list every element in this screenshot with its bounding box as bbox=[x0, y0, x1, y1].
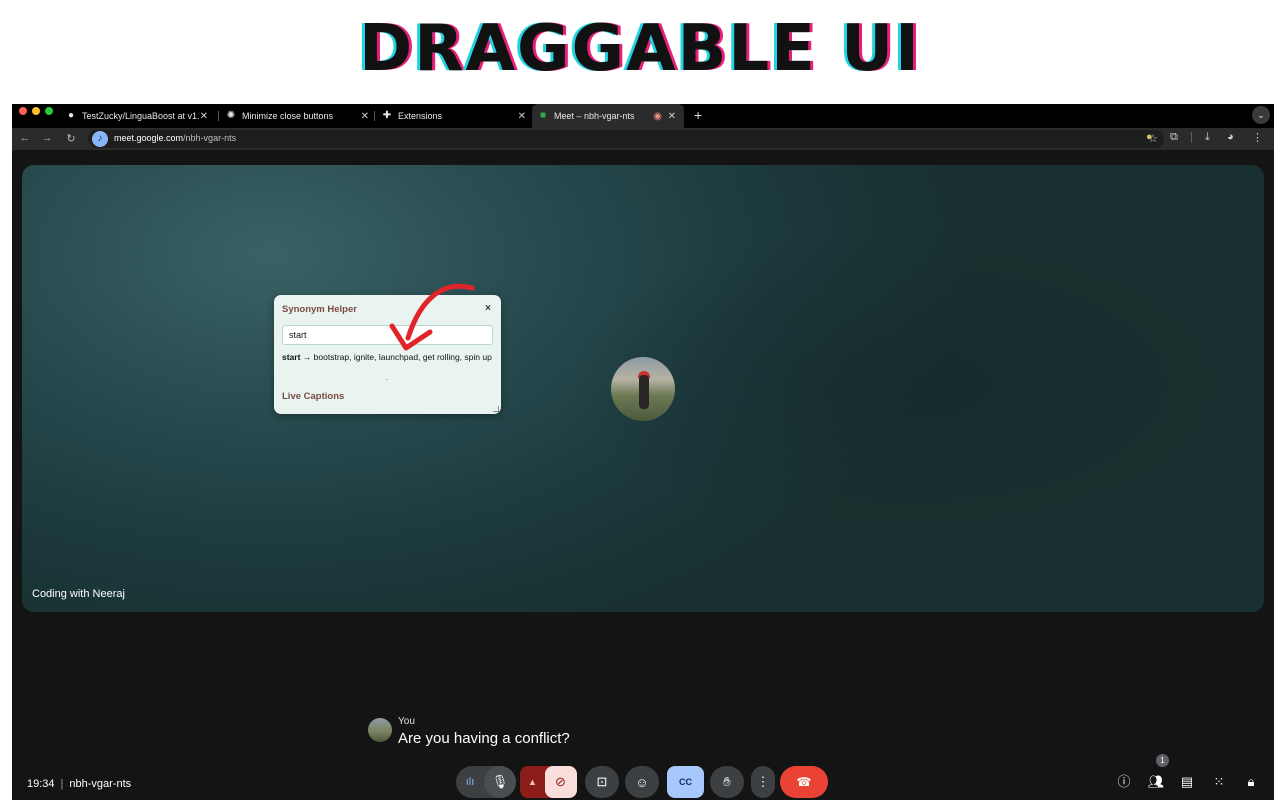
participant-avatar bbox=[611, 357, 675, 421]
banner-title: DRAGGABLE UI bbox=[359, 12, 921, 86]
tab-search-chevron-icon[interactable]: ⌄ bbox=[1252, 106, 1270, 124]
tab-extensions[interactable]: ✚ Extensions ✕ bbox=[376, 104, 534, 128]
helper-close-button[interactable]: × bbox=[485, 303, 491, 314]
tab-minimize-close-buttons[interactable]: ✺ Minimize close buttons ✕ bbox=[220, 104, 377, 128]
emoji-icon: ☺ bbox=[635, 774, 649, 790]
recording-icon: ◉ bbox=[653, 110, 662, 122]
forward-arrow-icon[interactable]: → bbox=[40, 132, 54, 144]
camera-control[interactable]: ▲ ⊘ bbox=[520, 766, 577, 798]
loading-dot bbox=[386, 379, 388, 380]
tab-github[interactable]: ● TestZucky/LinguaBoost at v1. ✕ bbox=[60, 104, 216, 128]
more-options-button[interactable]: ⋮ bbox=[751, 766, 775, 798]
caption-avatar bbox=[368, 718, 392, 742]
closed-captions-icon: CC bbox=[679, 777, 692, 787]
browser-menu-icon[interactable]: ⋮ bbox=[1252, 131, 1263, 144]
meet-icon: ■ bbox=[539, 110, 547, 121]
emoji-reactions-button[interactable]: ☺ bbox=[625, 766, 659, 798]
close-icon[interactable]: ✕ bbox=[518, 111, 526, 122]
participant-name: Coding with Neeraj bbox=[32, 588, 125, 600]
extension-icon[interactable]: ● bbox=[1146, 131, 1153, 143]
download-icon[interactable]: ⤓ bbox=[1205, 131, 1210, 144]
microphone-control[interactable]: ılı 🎙︎ bbox=[456, 766, 516, 798]
annotation-arrow bbox=[389, 283, 475, 351]
url-text: meet.google.com/nbh-vgar-nts bbox=[114, 133, 237, 143]
tab-title: Extensions bbox=[398, 111, 443, 121]
audio-level-icon: ılı bbox=[465, 776, 475, 788]
openai-icon: ✺ bbox=[226, 110, 236, 121]
present-screen-button[interactable]: ⊡ bbox=[585, 766, 619, 798]
browser-toolbar: ← → ↻ ♪ meet.google.com/nbh-vgar-nts ☆ ●… bbox=[12, 128, 1274, 150]
clock-time: 19:34 bbox=[27, 778, 55, 790]
caption-speaker: You bbox=[398, 716, 415, 727]
meeting-info: 19:34 | nbh-vgar-nts bbox=[27, 778, 132, 790]
live-captions-toggle[interactable]: Live Captions bbox=[282, 391, 344, 402]
raise-hand-button[interactable]: ✋︎ bbox=[710, 766, 744, 798]
zoom-window-button[interactable] bbox=[45, 107, 53, 115]
camera-off-icon[interactable]: ⊘ bbox=[544, 766, 577, 798]
microphone-site-icon[interactable]: ♪ bbox=[92, 131, 108, 147]
leave-call-button[interactable]: ☎︎ bbox=[780, 766, 828, 798]
tab-meet[interactable]: ■ Meet – nbh-vgar-nts ◉ ✕ bbox=[532, 104, 684, 128]
github-icon: ● bbox=[67, 110, 75, 121]
tab-strip: ● TestZucky/LinguaBoost at v1. ✕ ✺ Minim… bbox=[12, 104, 1274, 128]
resize-handle[interactable] bbox=[493, 406, 499, 412]
address-bar[interactable]: ♪ meet.google.com/nbh-vgar-nts ☆ bbox=[88, 130, 1164, 148]
chat-icon[interactable]: ▤ bbox=[1177, 772, 1197, 792]
people-icon[interactable]: 👥︎ bbox=[1146, 772, 1166, 792]
profile-avatar-icon[interactable]: ◕ bbox=[1227, 131, 1234, 143]
tab-divider bbox=[218, 111, 219, 121]
host-controls-lock-icon[interactable]: 🔒︎ bbox=[1241, 772, 1261, 792]
hand-icon: ✋︎ bbox=[723, 774, 731, 789]
back-arrow-icon[interactable]: ← bbox=[18, 132, 32, 144]
banner: DRAGGABLE UI bbox=[0, 0, 1280, 104]
reload-icon[interactable]: ↻ bbox=[64, 132, 78, 145]
browser-window: ● TestZucky/LinguaBoost at v1. ✕ ✺ Minim… bbox=[12, 104, 1274, 800]
meet-area: Coding with Neeraj Synonym Helper × star… bbox=[12, 150, 1274, 800]
tab-title: Minimize close buttons bbox=[242, 111, 334, 121]
helper-title[interactable]: Synonym Helper bbox=[282, 304, 357, 315]
people-count-badge: 1 bbox=[1156, 754, 1169, 767]
extensions-puzzle-icon[interactable]: ⧉ bbox=[1170, 131, 1178, 144]
more-vertical-icon: ⋮ bbox=[756, 774, 770, 789]
close-icon[interactable]: ✕ bbox=[200, 111, 208, 122]
present-screen-icon: ⊡ bbox=[596, 774, 608, 789]
chevron-up-icon[interactable]: ▲ bbox=[521, 777, 545, 787]
close-window-button[interactable] bbox=[19, 107, 27, 115]
close-icon[interactable]: ✕ bbox=[668, 111, 676, 122]
phone-hangup-icon: ☎︎ bbox=[796, 775, 812, 789]
tab-title: TestZucky/LinguaBoost at v1. bbox=[82, 111, 200, 121]
captions-button[interactable]: CC bbox=[667, 766, 704, 798]
minimize-window-button[interactable] bbox=[32, 107, 40, 115]
tab-divider bbox=[374, 111, 375, 121]
toolbar-divider: | bbox=[1190, 131, 1193, 143]
info-icon[interactable]: ⓘ bbox=[1114, 772, 1134, 792]
new-tab-button[interactable]: + bbox=[694, 104, 702, 128]
microphone-icon[interactable]: 🎙︎ bbox=[484, 766, 516, 798]
activities-grid-icon[interactable]: ⁙ bbox=[1209, 772, 1229, 792]
tab-title: Meet – nbh-vgar-nts bbox=[554, 111, 635, 121]
video-stage: Coding with Neeraj bbox=[22, 165, 1264, 612]
caption-text: Are you having a conflict? bbox=[398, 730, 570, 747]
meeting-code: nbh-vgar-nts bbox=[69, 778, 132, 790]
puzzle-icon: ✚ bbox=[382, 110, 392, 121]
close-icon[interactable]: ✕ bbox=[361, 111, 369, 122]
